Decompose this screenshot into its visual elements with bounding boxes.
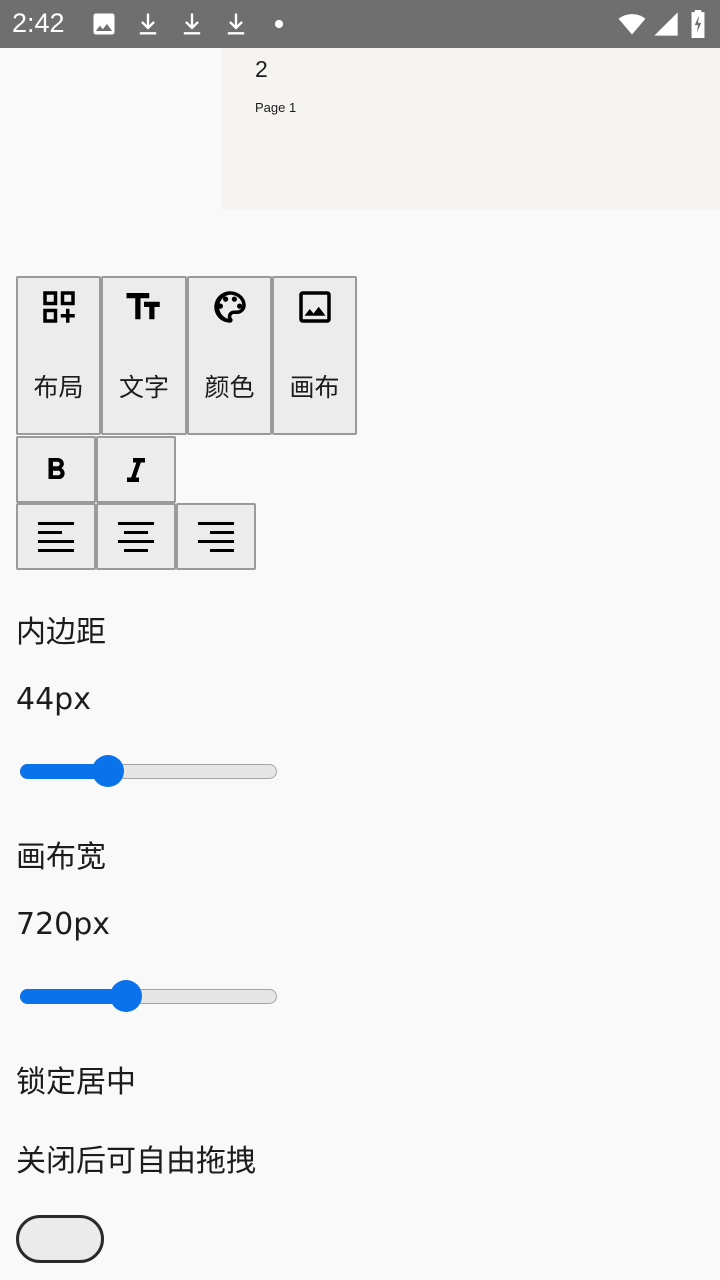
download-icon [178, 10, 206, 38]
tab-color[interactable]: 颜色 [187, 276, 272, 435]
preview-page-label: Page 1 [255, 100, 297, 115]
italic-button[interactable] [96, 436, 176, 503]
slider-thumb[interactable] [110, 980, 142, 1012]
align-right-button[interactable] [176, 503, 256, 570]
image-icon [294, 286, 336, 328]
download-icon [134, 10, 162, 38]
align-center-icon [116, 519, 156, 555]
preview-number: 2 [255, 56, 268, 82]
canvas-preview[interactable]: 2 Page 1 [221, 48, 720, 210]
layout-add-icon [38, 286, 80, 328]
align-left-icon [36, 519, 76, 555]
align-left-button[interactable] [16, 503, 96, 570]
tab-text-label: 文字 [118, 373, 169, 402]
padding-slider[interactable] [20, 755, 277, 789]
image-icon [90, 10, 118, 38]
tab-color-label: 颜色 [204, 373, 255, 402]
bold-icon [38, 452, 74, 488]
tab-canvas-label: 画布 [289, 373, 340, 402]
status-time: 2:42 [12, 8, 65, 38]
tab-canvas[interactable]: 画布 [272, 276, 357, 435]
status-bar: 2:42 [0, 0, 720, 48]
padding-value: 44px [16, 682, 91, 717]
canvas-width-value: 720px [16, 907, 111, 942]
align-right-icon [196, 519, 236, 555]
slider-thumb[interactable] [92, 755, 124, 787]
canvas-width-label: 画布宽 [16, 840, 106, 875]
tab-text[interactable]: 文字 [101, 276, 187, 435]
padding-label: 内边距 [16, 615, 106, 650]
dot-icon [265, 10, 293, 38]
italic-icon [118, 452, 154, 488]
signal-icon [652, 10, 680, 38]
tab-layout-label: 布局 [33, 373, 84, 402]
lock-center-label: 锁定居中 [16, 1065, 136, 1100]
text-size-icon [123, 286, 165, 328]
canvas-width-slider[interactable] [20, 980, 277, 1014]
download-icon [222, 10, 250, 38]
tab-layout[interactable]: 布局 [16, 276, 101, 435]
lock-center-toggle[interactable] [16, 1215, 104, 1263]
align-center-button[interactable] [96, 503, 176, 570]
battery-charging-icon [688, 10, 708, 38]
lock-center-hint: 关闭后可自由拖拽 [16, 1144, 256, 1179]
bold-button[interactable] [16, 436, 96, 503]
wifi-icon [616, 10, 648, 38]
palette-icon [209, 286, 251, 328]
